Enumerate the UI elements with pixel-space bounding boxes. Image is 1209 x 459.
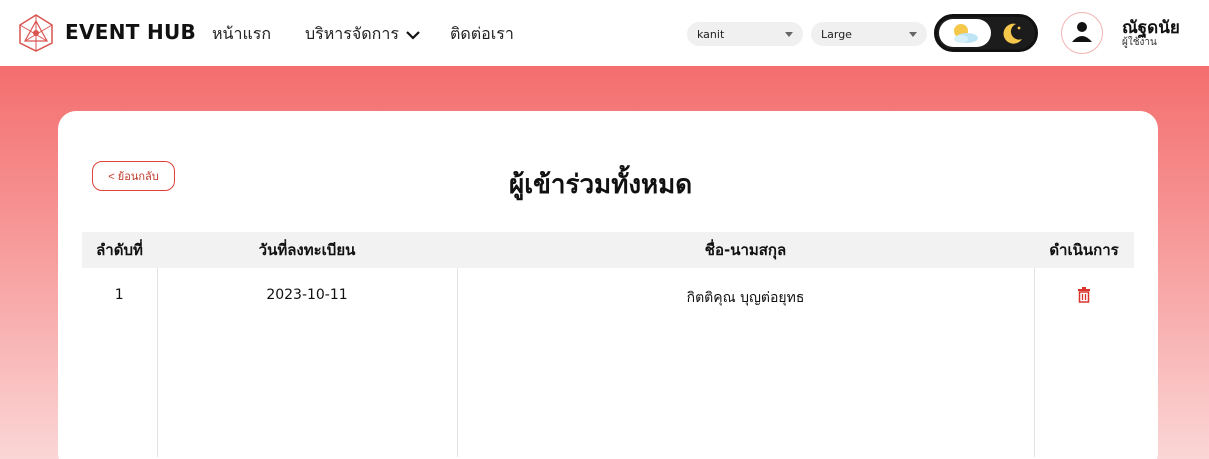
user-role: ผู้ใช้งาน (1122, 37, 1157, 48)
page-title: ผู้เข้าร่วมทั้งหมด (509, 170, 693, 200)
nav-manage-label: บริหารจัดการ (305, 24, 399, 43)
cell-order: 1 (82, 268, 158, 457)
column-header-date: วันที่ลงทะเบียน (157, 232, 457, 268)
back-button[interactable]: < ย้อนกลับ (92, 161, 175, 191)
caret-down-icon (909, 32, 917, 37)
logo-icon[interactable] (16, 13, 56, 53)
theme-toggle[interactable] (934, 14, 1038, 52)
column-header-order: ลำดับที่ (82, 232, 157, 268)
user-icon (1072, 22, 1092, 42)
caret-down-icon (785, 32, 793, 37)
column-header-action: ดำเนินการ (1034, 232, 1134, 268)
avatar[interactable] (1061, 12, 1103, 54)
chevron-down-icon (406, 30, 420, 40)
font-select-value: kanit (697, 27, 725, 41)
light-mode-option[interactable] (939, 19, 991, 47)
table-header-row: ลำดับที่ วันที่ลงทะเบียน ชื่อ-นามสกุล ดำ… (82, 232, 1134, 268)
size-select-value: Large (821, 27, 852, 41)
top-navbar: EVENT HUB หน้าแรก บริหารจัดการ ติดต่อเรา… (0, 0, 1209, 66)
cell-date: 2023-10-11 (157, 268, 458, 457)
moon-icon[interactable] (999, 19, 1027, 47)
nav-home[interactable]: หน้าแรก (212, 22, 271, 47)
nav-manage-dropdown[interactable]: บริหารจัดการ (305, 22, 421, 47)
participants-table: ลำดับที่ วันที่ลงทะเบียน ชื่อ-นามสกุล ดำ… (82, 232, 1134, 457)
brand-name[interactable]: EVENT HUB (65, 20, 196, 44)
sun-cloud-icon (954, 24, 978, 43)
size-select[interactable]: Large (811, 22, 927, 46)
trash-icon[interactable] (1077, 287, 1091, 303)
cell-action (1034, 268, 1134, 457)
font-select[interactable]: kanit (687, 22, 803, 46)
nav-contact[interactable]: ติดต่อเรา (450, 22, 514, 47)
table-row: 1 2023-10-11 กิตติคุณ บุญต่อยุทธ (82, 268, 1134, 457)
cell-name: กิตติคุณ บุญต่อยุทธ (457, 268, 1035, 457)
column-header-name: ชื่อ-นามสกุล (457, 232, 1034, 268)
